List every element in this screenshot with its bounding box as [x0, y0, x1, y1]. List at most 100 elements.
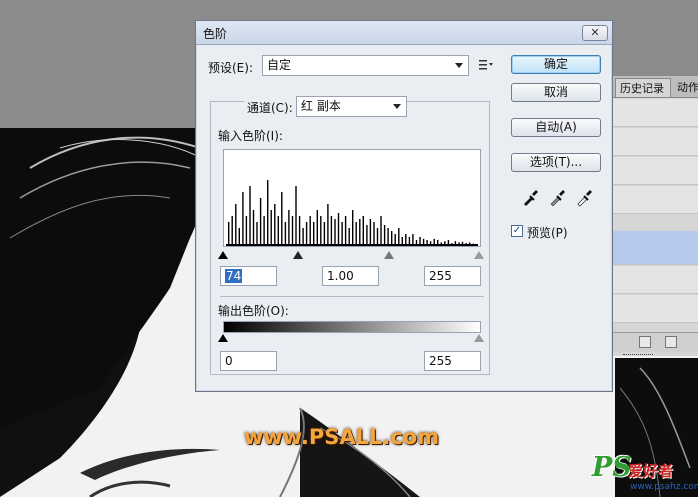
- chevron-down-icon: [393, 104, 401, 109]
- watermark-url: www.psahz.com: [630, 482, 698, 492]
- history-row-selected[interactable]: [613, 231, 698, 265]
- history-row[interactable]: [613, 266, 698, 294]
- histogram-bar: [263, 216, 265, 246]
- input-levels-label: 输入色阶(I):: [218, 129, 283, 143]
- histogram-bar: [302, 228, 304, 246]
- output-white-slider[interactable]: [474, 334, 484, 342]
- history-row[interactable]: [613, 295, 698, 323]
- histogram-bar: [369, 219, 372, 246]
- watermark-logo: PS: [592, 452, 632, 483]
- preset-label: 预设(E):: [208, 61, 253, 75]
- options-button[interactable]: 选项(T)...: [511, 153, 601, 172]
- histogram-bar: [245, 216, 248, 246]
- histogram-bar: [274, 204, 276, 246]
- preview-label: 预览(P): [527, 226, 568, 240]
- input-white-field[interactable]: 255: [424, 266, 481, 286]
- histogram-bar: [337, 213, 340, 246]
- history-row[interactable]: [613, 157, 698, 185]
- histogram-bar: [362, 216, 364, 246]
- histogram-bar: [366, 225, 368, 246]
- channel-value: 红 副本: [301, 99, 341, 113]
- channel-dropdown[interactable]: 红 副本: [296, 96, 407, 117]
- output-slider-track[interactable]: [218, 334, 484, 346]
- histogram-bar: [348, 228, 350, 246]
- output-black-field[interactable]: 0: [220, 351, 277, 371]
- histogram-bar: [305, 222, 308, 246]
- histogram-bar: [373, 222, 375, 246]
- preview-checkbox[interactable]: ✓: [511, 225, 523, 237]
- histogram-bar: [323, 222, 326, 246]
- preset-value: 自定: [267, 58, 292, 72]
- history-panel: 历史记录 动作: [612, 76, 698, 356]
- histogram-bars: [226, 180, 478, 246]
- histogram-bar: [398, 228, 400, 246]
- chevron-down-icon: [455, 63, 463, 68]
- input-slider-track[interactable]: [218, 249, 484, 261]
- gray-eyedropper-icon[interactable]: [548, 189, 566, 207]
- histogram-bar: [295, 186, 297, 246]
- output-white-field[interactable]: 255: [424, 351, 481, 371]
- channel-label: 通道(C):: [244, 99, 296, 116]
- histogram-bar: [284, 222, 287, 246]
- black-eyedropper-icon[interactable]: [521, 189, 539, 207]
- histogram-bar: [313, 222, 315, 246]
- dialog-titlebar[interactable]: 色阶 ✕: [196, 21, 612, 45]
- cancel-button[interactable]: 取消: [511, 83, 601, 102]
- input-gamma-value: 1.00: [327, 269, 354, 283]
- histogram-bar: [291, 216, 294, 246]
- histogram-bar: [228, 222, 230, 246]
- panel-tab-bar: 历史记录 动作: [613, 76, 698, 98]
- histogram-bar: [344, 216, 347, 246]
- input-black-slider[interactable]: [293, 251, 303, 259]
- divider: [220, 296, 484, 297]
- input-white-value: 255: [429, 269, 452, 283]
- auto-button[interactable]: 自动(A): [511, 118, 601, 137]
- new-document-icon[interactable]: [665, 336, 677, 348]
- white-eyedropper-icon[interactable]: [575, 189, 593, 207]
- histogram-bar: [355, 222, 357, 246]
- histogram-bar: [327, 204, 329, 246]
- input-black-field[interactable]: 74: [220, 266, 277, 286]
- histogram-bar: [270, 210, 272, 246]
- preset-dropdown[interactable]: 自定: [262, 55, 469, 76]
- levels-dialog: 色阶 ✕ 预设(E): 自定 通道(C): 红 副本 输入色阶(I): 74 1…: [195, 20, 613, 392]
- histogram-bar: [352, 210, 354, 246]
- history-row[interactable]: [613, 186, 698, 214]
- histogram-bar: [341, 222, 343, 246]
- histogram-bar: [316, 210, 318, 246]
- histogram-bar: [252, 210, 255, 246]
- histogram-bar: [288, 210, 290, 246]
- tab-history[interactable]: 历史记录: [615, 78, 671, 97]
- close-button[interactable]: ✕: [582, 25, 608, 41]
- histogram-bar: [391, 231, 393, 246]
- histogram-bar: [383, 225, 386, 246]
- watermark-text: www.PSALL.com: [244, 425, 440, 449]
- output-white-value: 255: [429, 354, 452, 368]
- input-gamma-field[interactable]: 1.00: [322, 266, 379, 286]
- dialog-title: 色阶: [203, 27, 228, 41]
- histogram-baseline: [226, 244, 478, 246]
- history-row[interactable]: [613, 99, 698, 127]
- output-black-slider[interactable]: [218, 334, 228, 342]
- ok-button[interactable]: 确定: [511, 55, 601, 74]
- panel-resize-grip[interactable]: [623, 354, 653, 358]
- histogram-bar: [320, 216, 322, 246]
- input-gamma-slider[interactable]: [384, 251, 394, 259]
- tab-actions[interactable]: 动作: [673, 78, 698, 97]
- snapshot-icon[interactable]: [639, 336, 651, 348]
- input-white-slider[interactable]: [474, 251, 484, 259]
- output-black-value: 0: [225, 354, 233, 368]
- input-shadow-endpoint-icon: [218, 251, 228, 259]
- histogram-bar: [330, 216, 333, 246]
- histogram-bar: [259, 198, 262, 246]
- output-gradient-bar: [223, 321, 481, 333]
- histogram-bar: [267, 180, 269, 246]
- histogram-bar: [359, 219, 361, 246]
- output-levels-label: 输出色阶(O):: [218, 304, 289, 318]
- history-row[interactable]: [613, 128, 698, 156]
- histogram-bar: [277, 216, 279, 246]
- histogram-bar: [235, 204, 237, 246]
- panel-footer: [613, 332, 698, 352]
- histogram-bar: [249, 186, 251, 246]
- preset-menu-icon[interactable]: [479, 59, 493, 71]
